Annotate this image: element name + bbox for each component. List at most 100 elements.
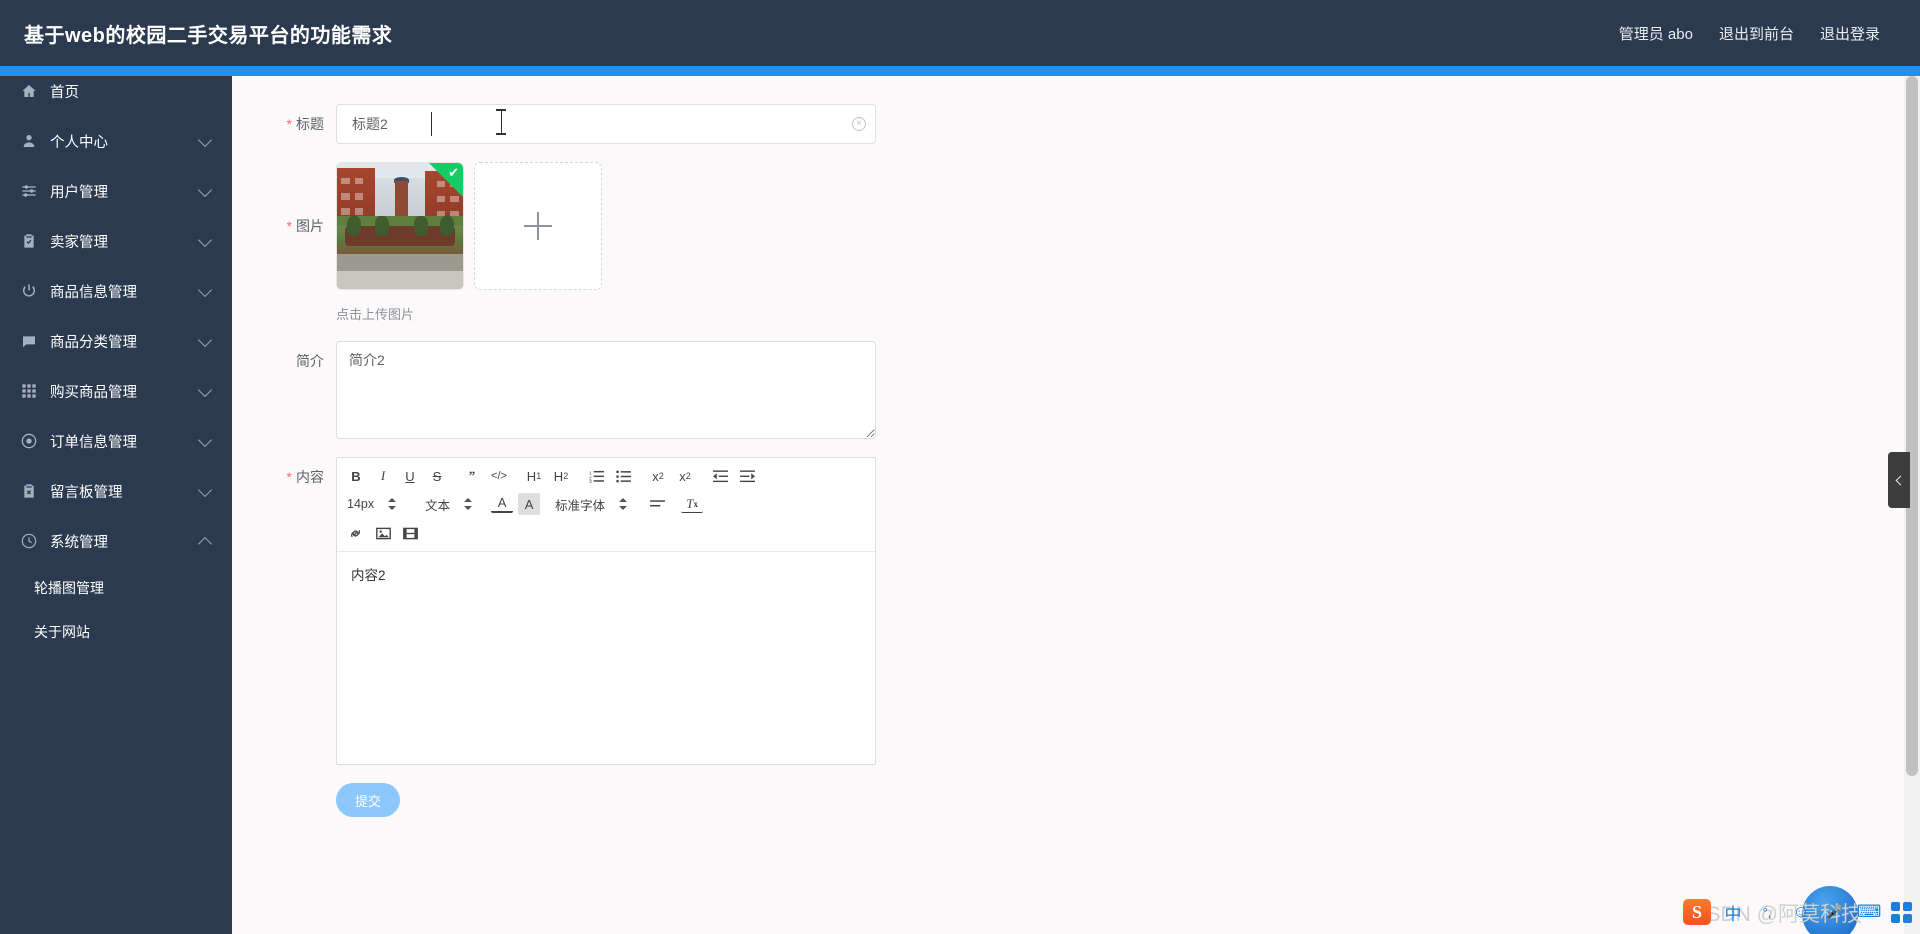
sidebar-subitem-carousel-management[interactable]: 轮播图管理 (0, 566, 232, 610)
check-icon: ✔ (448, 165, 459, 180)
sidebar-nav: 首页 个人中心 用户管理 卖家管理 商品信息管理 商品分类管理 购买商品管理 订… (0, 66, 232, 934)
code-icon[interactable]: </> (488, 465, 510, 487)
chevron-updown-icon (464, 497, 473, 511)
sogou-logo-icon[interactable]: S (1683, 899, 1711, 925)
chevron-down-icon (197, 382, 213, 398)
submit-button[interactable]: 提交 (336, 783, 400, 817)
chevron-down-icon (197, 332, 213, 348)
link-icon[interactable] (345, 522, 367, 544)
superscript-icon[interactable]: x2 (674, 465, 696, 487)
sidebar-item-system-management[interactable]: 系统管理 (0, 516, 232, 566)
intro-field-label: 简介 (296, 353, 324, 369)
title-field-label: * 标题 (286, 116, 324, 132)
insert-video-icon[interactable] (399, 522, 421, 544)
current-user-label[interactable]: 管理员 abo (1619, 23, 1693, 44)
sidebar-item-label: 个人中心 (50, 134, 108, 151)
sidebar-subitem-about-site[interactable]: 关于网站 (0, 610, 232, 654)
sidebar-item-label: 商品信息管理 (50, 284, 137, 301)
logout-link[interactable]: 退出登录 (1820, 23, 1880, 44)
editor-content-area[interactable]: 内容2 (337, 552, 875, 764)
ordered-list-icon[interactable]: 123 (585, 465, 607, 487)
home-icon (20, 82, 38, 100)
chevron-up-icon (197, 536, 213, 552)
upload-hint-text: 点击上传图片 (336, 307, 415, 322)
sidebar-item-label: 系统管理 (50, 534, 108, 551)
text-style-select[interactable]: 文本 (423, 493, 485, 515)
header-accent-bar (0, 66, 1920, 76)
panel-collapse-toggle[interactable] (1888, 452, 1910, 508)
clear-format-icon[interactable]: Tx (681, 495, 704, 513)
form-row-image: * 图片 ✔ 点击上传图片 (232, 162, 1906, 323)
ime-microphone-icon[interactable]: 🎤 (1823, 900, 1847, 924)
sidebar-subitem-label: 关于网站 (34, 624, 90, 640)
ime-mode-icon[interactable]: 中 (1721, 900, 1745, 924)
scrollbar-thumb[interactable] (1906, 76, 1918, 776)
unordered-list-icon[interactable] (612, 465, 634, 487)
image-upload-block: ✔ 点击上传图片 (336, 162, 602, 323)
top-header: 基于web的校园二手交易平台的功能需求 管理员 abo 退出到前台 退出登录 (0, 0, 1920, 66)
uploaded-image-thumbnail[interactable]: ✔ (336, 162, 464, 290)
sliders-icon (20, 182, 38, 200)
sidebar-item-product-category-management[interactable]: 商品分类管理 (0, 316, 232, 366)
required-marker: * (286, 116, 292, 132)
ime-toolbar: S 中 °, ☺ 🎤 ⌨ (1683, 890, 1920, 934)
sidebar-item-label: 留言板管理 (50, 484, 123, 501)
content-field-label: * 内容 (286, 469, 324, 485)
sidebar-item-product-info-management[interactable]: 商品信息管理 (0, 266, 232, 316)
form-actions: 提交 (232, 783, 1906, 817)
clipboard-check-icon (20, 232, 38, 250)
form-row-intro: 简介 (232, 341, 1906, 439)
ime-toolbox-icon[interactable] (1891, 901, 1912, 923)
heading-1-icon[interactable]: H1 (523, 465, 545, 487)
sidebar-item-personal-center[interactable]: 个人中心 (0, 116, 232, 166)
sidebar-item-purchase-management[interactable]: 购买商品管理 (0, 366, 232, 416)
application-window: 基于web的校园二手交易平台的功能需求 管理员 abo 退出到前台 退出登录 首… (0, 0, 1920, 934)
required-marker: * (286, 218, 292, 234)
ime-emoji-icon[interactable]: ☺ (1789, 900, 1813, 924)
editor-toolbar-row-1: B I U S ” </> H1 H2 123 x 2 x 2 (345, 464, 869, 488)
chevron-left-icon (1895, 475, 1906, 485)
user-icon (20, 132, 38, 150)
sidebar-item-label: 用户管理 (50, 184, 108, 201)
outdent-icon[interactable] (709, 465, 731, 487)
align-icon[interactable] (646, 493, 668, 515)
chevron-updown-icon (619, 497, 628, 511)
bold-icon[interactable]: B (345, 465, 367, 487)
italic-icon[interactable]: I (372, 465, 394, 487)
grid-icon (20, 382, 38, 400)
add-image-button[interactable] (474, 162, 602, 290)
indent-icon[interactable] (736, 465, 758, 487)
sidebar-item-label: 首页 (50, 84, 79, 101)
strikethrough-icon[interactable]: S (426, 465, 448, 487)
sidebar-item-message-board-management[interactable]: 留言板管理 (0, 466, 232, 516)
exit-to-front-link[interactable]: 退出到前台 (1719, 23, 1794, 44)
sidebar-subitem-label: 轮播图管理 (34, 580, 104, 596)
power-icon (20, 282, 38, 300)
blockquote-icon[interactable]: ” (461, 465, 483, 487)
intro-textarea[interactable] (336, 341, 876, 439)
sidebar-item-label: 卖家管理 (50, 234, 108, 251)
about-site-form: *标题 × *图片 (232, 76, 1906, 817)
font-color-icon[interactable]: A (491, 495, 514, 513)
underline-icon[interactable]: U (399, 465, 421, 487)
plus-icon (524, 212, 552, 240)
circle-close-icon[interactable]: × (852, 117, 866, 131)
insert-image-icon[interactable] (372, 522, 394, 544)
font-family-select[interactable]: 标准字体 (553, 493, 640, 515)
svg-text:3: 3 (589, 479, 592, 483)
sidebar-item-order-info-management[interactable]: 订单信息管理 (0, 416, 232, 466)
sidebar-item-seller-management[interactable]: 卖家管理 (0, 216, 232, 266)
font-size-select[interactable]: 14px (345, 493, 409, 515)
title-input[interactable] (336, 104, 876, 144)
subscript-icon[interactable]: x2 (647, 465, 669, 487)
sidebar-menu: 首页 个人中心 用户管理 卖家管理 商品信息管理 商品分类管理 购买商品管理 订… (0, 66, 232, 654)
clipboard-x-icon (20, 482, 38, 500)
sidebar-item-user-management[interactable]: 用户管理 (0, 166, 232, 216)
sidebar-item-label: 订单信息管理 (50, 434, 137, 451)
heading-2-icon[interactable]: H2 (550, 465, 572, 487)
ime-keyboard-icon[interactable]: ⌨ (1857, 900, 1882, 924)
ime-punctuation-icon[interactable]: °, (1755, 900, 1779, 924)
background-color-icon[interactable]: A (518, 493, 541, 515)
upload-area: ✔ (336, 162, 602, 290)
page-title: 基于web的校园二手交易平台的功能需求 (24, 24, 393, 47)
